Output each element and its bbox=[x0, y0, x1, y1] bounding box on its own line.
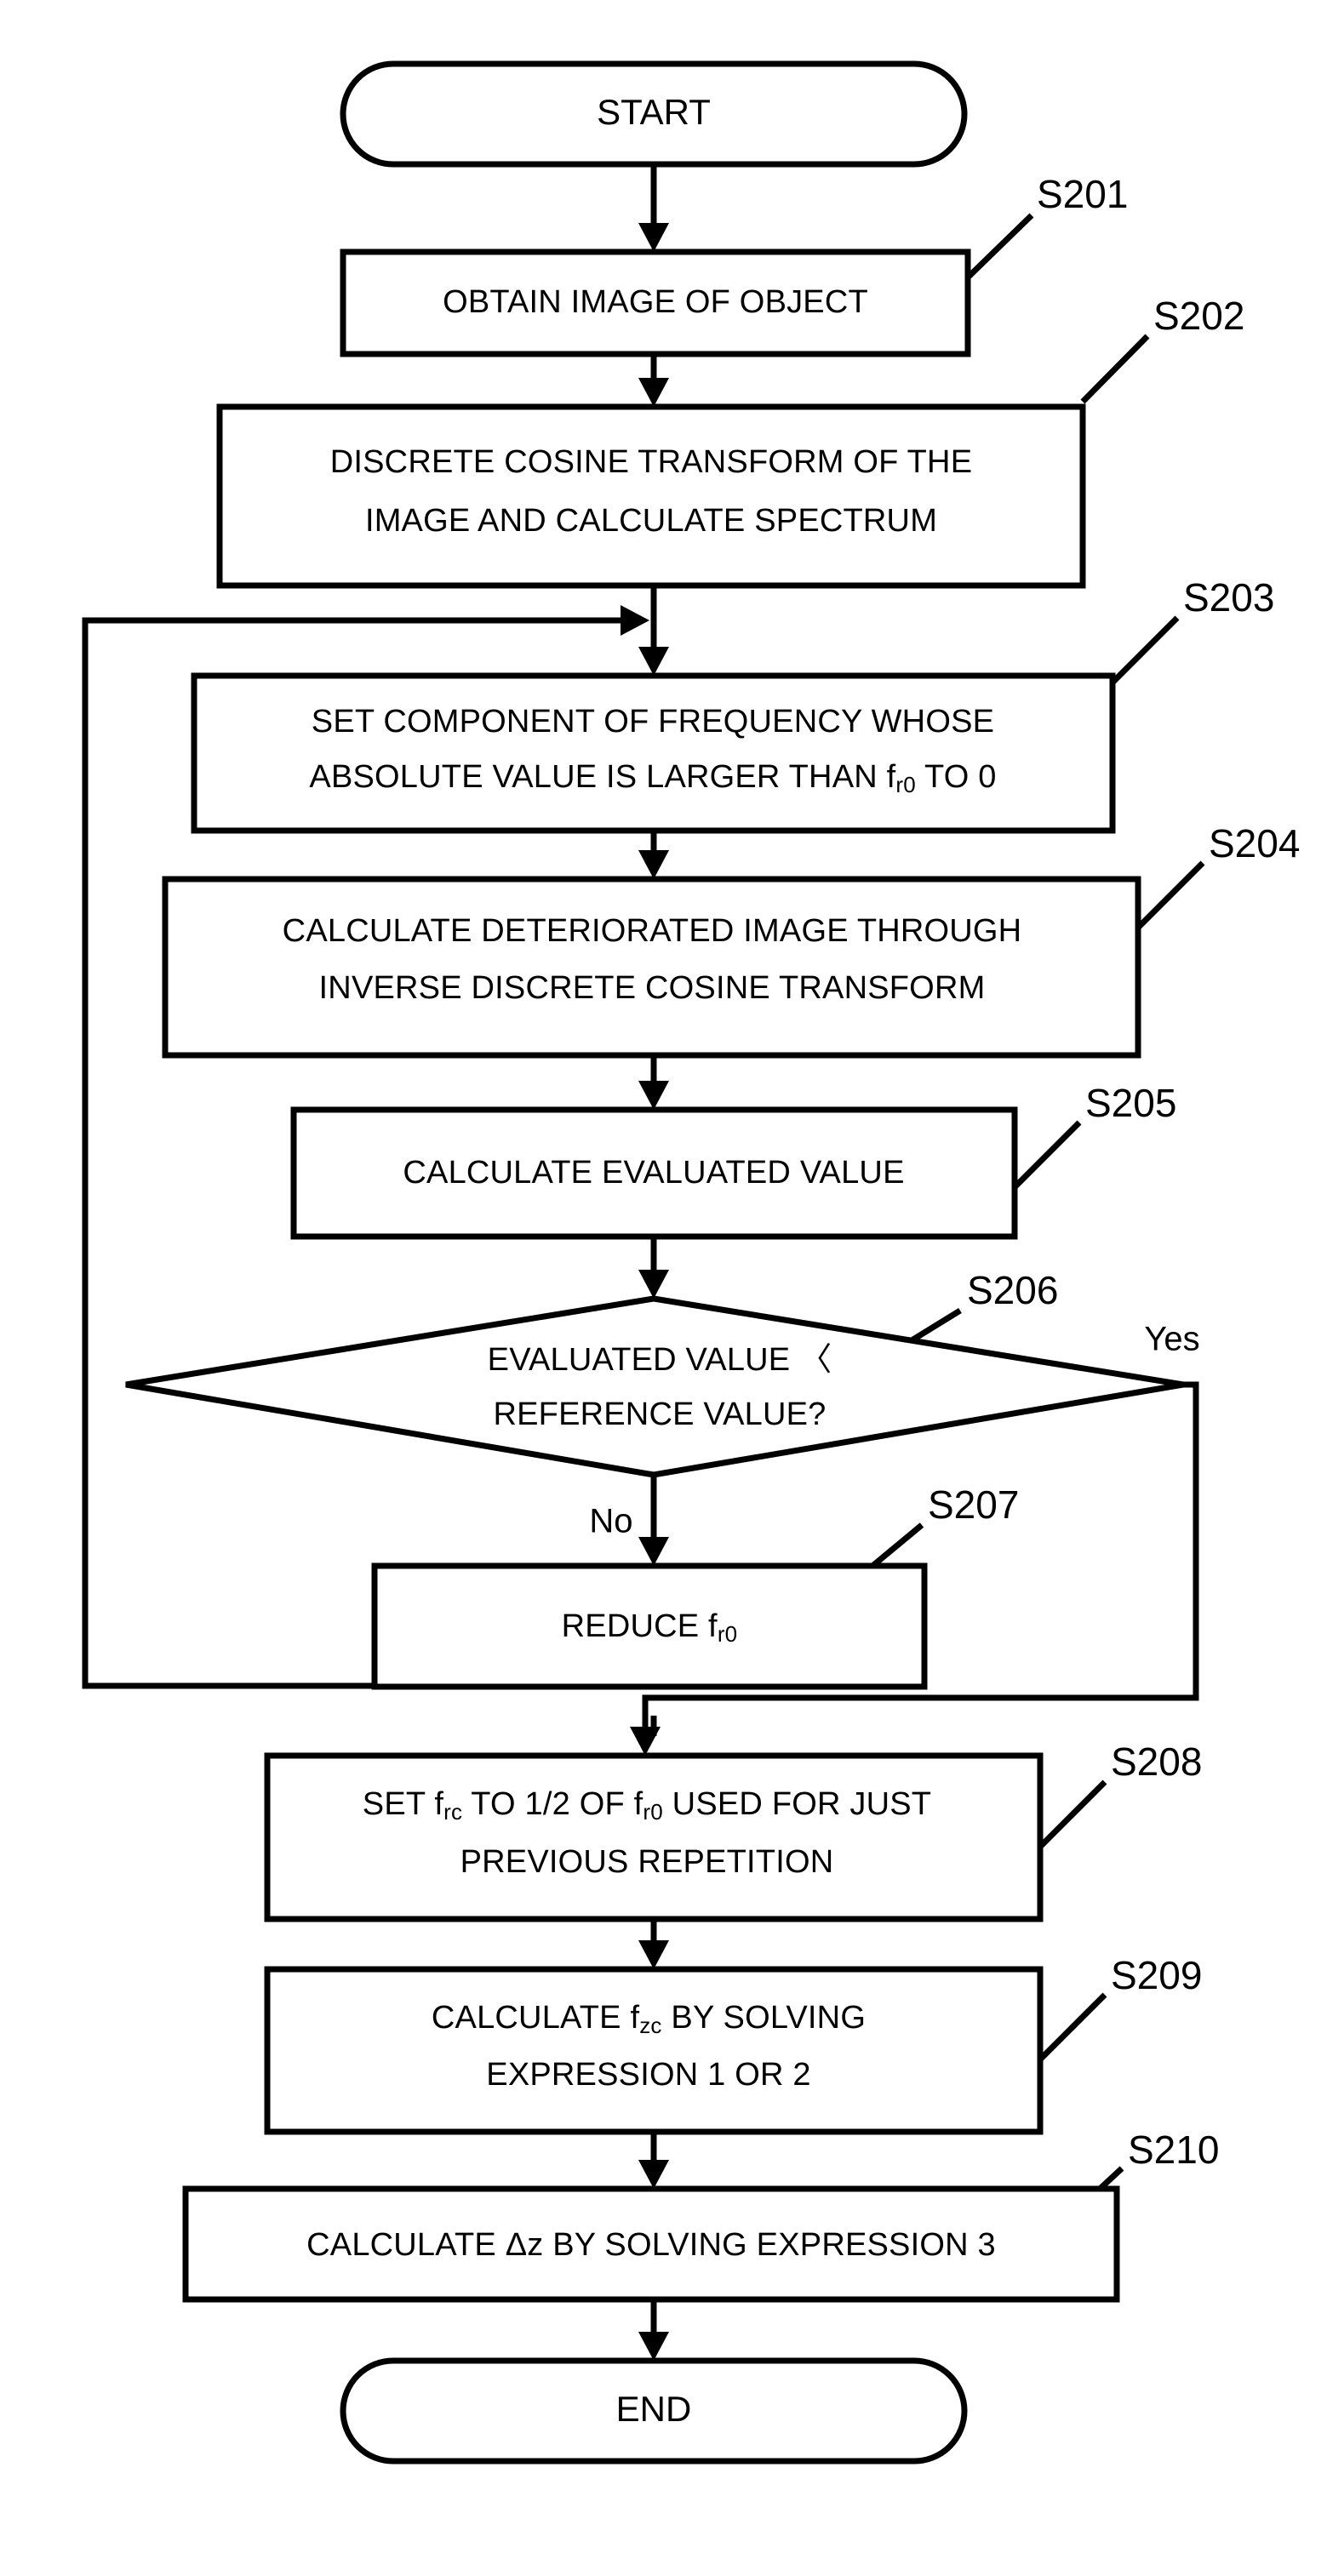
node-start-label: START bbox=[597, 92, 711, 132]
node-s203-line-2-b: TO 0 bbox=[916, 759, 997, 795]
step-label-s209: S209 bbox=[1111, 1953, 1202, 1997]
node-s206-line-2: REFERENCE VALUE? bbox=[493, 1397, 826, 1432]
edge-s209-to-s210 bbox=[638, 2132, 669, 2189]
node-s207-line-1-sub: r0 bbox=[718, 1621, 738, 1647]
node-s209-line-1-a: CALCULATE f bbox=[432, 2000, 640, 2036]
node-s203[interactable] bbox=[191, 672, 1116, 834]
step-label-s201: S201 bbox=[1037, 172, 1128, 216]
node-s203-line-1: SET COMPONENT OF FREQUENCY WHOSE bbox=[312, 704, 994, 740]
edge-s210-to-end bbox=[638, 2299, 669, 2361]
node-s203-line-2: ABSOLUTE VALUE IS LARGER THAN fr0 TO 0 bbox=[309, 759, 996, 797]
node-s208-line-1-sub2: r0 bbox=[643, 1799, 663, 1825]
node-s205-line-1: CALCULATE EVALUATED VALUE bbox=[403, 1155, 904, 1191]
node-s208-line-1-c: USED FOR JUST bbox=[663, 1786, 931, 1822]
edge-s201-to-s202 bbox=[638, 354, 669, 407]
edge-s203-to-s204 bbox=[638, 831, 669, 879]
node-s204[interactable] bbox=[162, 876, 1141, 1059]
node-s208-line-1-sub1: rc bbox=[443, 1799, 462, 1825]
node-s202-line-1: DISCRETE COSINE TRANSFORM OF THE bbox=[330, 444, 973, 480]
leader-s204 bbox=[1135, 860, 1205, 930]
node-s202-line-2: IMAGE AND CALCULATE SPECTRUM bbox=[365, 503, 937, 539]
leader-s205 bbox=[1012, 1120, 1082, 1190]
node-s209-line-1-b: BY SOLVING bbox=[662, 2000, 866, 2036]
edge-s206-no-to-s207 bbox=[638, 1475, 669, 1566]
node-s204-line-1: CALCULATE DETERIORATED IMAGE THROUGH bbox=[283, 913, 1022, 949]
step-label-s208: S208 bbox=[1111, 1739, 1202, 1784]
edge-s202-to-s203 bbox=[638, 585, 669, 676]
node-s209[interactable] bbox=[264, 1966, 1044, 2135]
node-s209-line-2: EXPRESSION 1 OR 2 bbox=[486, 2057, 810, 2093]
edge-s208-to-s209 bbox=[638, 1919, 669, 1969]
step-label-s210: S210 bbox=[1128, 2128, 1219, 2172]
node-s208-line-1-a: SET f bbox=[363, 1786, 444, 1822]
flowchart-canvas: START OBTAIN IMAGE OF OBJECT S201 DISCRE… bbox=[82, 60, 1300, 2465]
leader-s203 bbox=[1110, 615, 1180, 685]
leader-s208 bbox=[1038, 1779, 1107, 1849]
node-s210-line-1: CALCULATE Δz BY SOLVING EXPRESSION 3 bbox=[306, 2227, 996, 2263]
step-label-s207: S207 bbox=[928, 1482, 1019, 1527]
node-s207-line-1: REDUCE fr0 bbox=[562, 1608, 738, 1647]
node-s208-line-2: PREVIOUS REPETITION bbox=[460, 1844, 834, 1880]
step-label-s205: S205 bbox=[1085, 1081, 1176, 1125]
step-label-s203: S203 bbox=[1183, 575, 1274, 620]
node-s203-line-2-a: ABSOLUTE VALUE IS LARGER THAN f bbox=[309, 759, 895, 795]
node-s204-line-2: INVERSE DISCRETE COSINE TRANSFORM bbox=[319, 970, 986, 1006]
node-s203-line-2-sub: r0 bbox=[895, 772, 916, 797]
node-s208[interactable] bbox=[264, 1752, 1044, 1922]
node-s206[interactable] bbox=[125, 1295, 1184, 1478]
node-end-label: END bbox=[616, 2389, 692, 2429]
edge-s205-to-s206 bbox=[638, 1237, 669, 1299]
step-label-s206: S206 bbox=[967, 1268, 1058, 1312]
node-s202[interactable] bbox=[216, 403, 1086, 589]
node-s209-line-1-sub: zc bbox=[639, 2013, 661, 2038]
node-s208-line-1-b: TO 1/2 OF f bbox=[462, 1786, 643, 1822]
node-s201-line-1: OBTAIN IMAGE OF OBJECT bbox=[443, 284, 868, 320]
branch-label-no: No bbox=[589, 1503, 632, 1540]
leader-s202 bbox=[1080, 334, 1150, 404]
node-s206-line-1: EVALUATED VALUE 〈 bbox=[488, 1342, 832, 1378]
edge-start-to-s201 bbox=[638, 164, 669, 252]
leader-s209 bbox=[1038, 1992, 1107, 2062]
edge-s204-to-s205 bbox=[638, 1055, 669, 1110]
step-label-s204: S204 bbox=[1209, 821, 1300, 865]
leader-s201 bbox=[965, 213, 1034, 280]
flowchart-page: START OBTAIN IMAGE OF OBJECT S201 DISCRE… bbox=[0, 0, 1327, 2576]
step-label-s202: S202 bbox=[1153, 294, 1244, 338]
node-s207-line-1-a: REDUCE f bbox=[562, 1608, 718, 1644]
branch-label-yes: Yes bbox=[1144, 1321, 1199, 1358]
